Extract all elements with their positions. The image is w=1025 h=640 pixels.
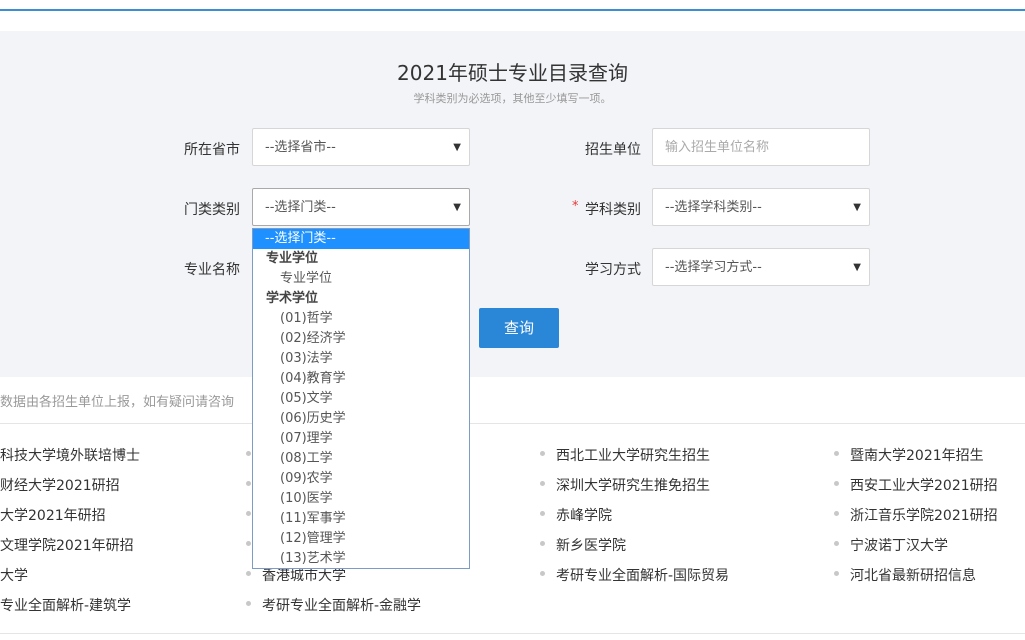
list-item[interactable]: 深圳大学研究生推免招生 [556,475,710,495]
bullet-icon [246,511,251,516]
dropdown-option[interactable]: (13)艺术学 [253,549,469,568]
province-select-value: --选择省市-- [265,140,336,155]
dropdown-group-academic: 学术学位 [266,291,319,306]
list-item[interactable]: 考研专业全面解析-国际贸易 [556,565,729,585]
bullet-icon [834,541,839,546]
dropdown-option[interactable]: (11)军事学 [253,509,469,529]
chevron-down-icon: ▼ [453,202,461,213]
bullet-icon [246,451,251,456]
dropdown-option[interactable]: (08)工学 [253,449,469,469]
unit-label: 招生单位 [585,142,641,158]
unit-input-placeholder: 输入招生单位名称 [665,140,770,155]
bullet-icon [834,511,839,516]
category-label: 门类类别 [184,202,240,218]
list-item[interactable]: 大学 [0,565,28,585]
list-item[interactable]: 赤峰学院 [556,505,612,525]
dropdown-option[interactable]: (02)经济学 [253,329,469,349]
bullet-icon [246,481,251,486]
list-item[interactable]: 考研专业全面解析-金融学 [262,595,421,615]
bullet-icon [834,451,839,456]
dropdown-option-selected[interactable]: --选择门类-- [253,229,469,249]
province-select[interactable]: --选择省市-- ▼ [252,128,470,166]
page-title: 2021年硕士专业目录查询 [397,61,628,85]
list-item[interactable]: 文理学院2021年研招 [0,535,134,555]
list-item[interactable]: 河北省最新研招信息 [850,565,976,585]
discipline-label: 学科类别 [585,202,641,218]
bullet-icon [246,601,251,606]
category-select[interactable]: --选择门类-- ▼ [252,188,470,226]
dropdown-option[interactable]: (09)农学 [253,469,469,489]
study-mode-select[interactable]: --选择学习方式-- ▼ [652,248,870,286]
category-dropdown-list[interactable]: --选择门类-- 专业学位 专业学位 学术学位 (01)哲学 (02)经济学 (… [252,228,470,569]
bullet-icon [834,481,839,486]
divider [0,423,1025,424]
unit-input[interactable]: 输入招生单位名称 [652,128,870,166]
bullet-icon [246,571,251,576]
chevron-down-icon: ▼ [453,142,461,153]
dropdown-option[interactable]: (05)文学 [253,389,469,409]
discipline-select-value: --选择学科类别-- [665,200,762,215]
list-item[interactable]: 大学2021年研招 [0,505,106,525]
dropdown-option[interactable]: (12)管理学 [253,529,469,549]
category-select-value: --选择门类-- [265,200,336,215]
list-item[interactable]: 科技大学境外联培博士 [0,445,140,465]
page-subtitle: 学科类别为必选项，其他至少填写一项。 [413,92,612,105]
dropdown-option[interactable]: (01)哲学 [253,309,469,329]
dropdown-group-professional: 专业学位 [266,251,319,266]
list-item[interactable]: 新乡医学院 [556,535,626,555]
bullet-icon [540,481,545,486]
dropdown-option[interactable]: (07)理学 [253,429,469,449]
discipline-select[interactable]: --选择学科类别-- ▼ [652,188,870,226]
dropdown-option[interactable]: (10)医学 [253,489,469,509]
list-item[interactable]: 宁波诺丁汉大学 [850,535,948,555]
divider [0,633,1025,634]
query-button[interactable]: 查询 [479,308,559,348]
dropdown-option[interactable]: 专业学位 [253,269,469,289]
bullet-icon [540,451,545,456]
bullet-icon [540,541,545,546]
bullet-icon [540,571,545,576]
major-label: 专业名称 [184,262,240,278]
bullet-icon [540,511,545,516]
data-notice: 数据由各招生单位上报，如有疑问请咨询 [0,395,235,410]
dropdown-option[interactable]: (06)历史学 [253,409,469,429]
chevron-down-icon: ▼ [853,262,861,273]
study-mode-select-value: --选择学习方式-- [665,260,762,275]
list-item[interactable]: 西北工业大学研究生招生 [556,445,710,465]
province-label: 所在省市 [184,142,240,158]
list-item[interactable]: 暨南大学2021年招生 [850,445,984,465]
study-mode-label: 学习方式 [585,262,641,278]
bullet-icon [246,541,251,546]
dropdown-option[interactable]: (03)法学 [253,349,469,369]
list-item[interactable]: 财经大学2021研招 [0,475,120,495]
bullet-icon [834,571,839,576]
top-divider [0,9,1025,11]
dropdown-option[interactable]: (04)教育学 [253,369,469,389]
list-item[interactable]: 浙江音乐学院2021研招 [850,505,998,525]
list-item[interactable]: 专业全面解析-建筑学 [0,595,131,615]
list-item[interactable]: 西安工业大学2021研招 [850,475,998,495]
chevron-down-icon: ▼ [853,202,861,213]
